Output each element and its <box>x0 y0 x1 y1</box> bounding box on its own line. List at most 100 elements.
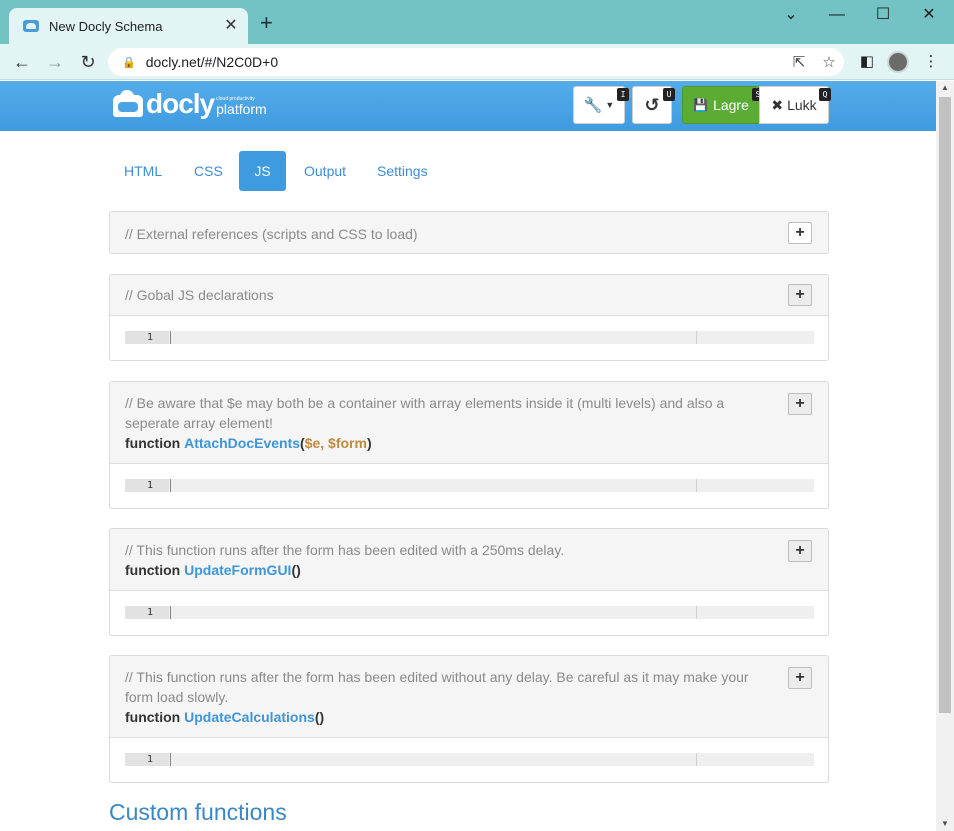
docly-cloud-icon <box>23 20 39 32</box>
function-name: UpdateCalculations <box>184 709 315 725</box>
code-editor[interactable]: 1 <box>110 316 828 360</box>
panel-header: // This function runs after the form has… <box>110 656 828 738</box>
code-editor[interactable]: 1 <box>110 738 828 782</box>
function-keyword: function <box>125 562 181 578</box>
print-margin <box>696 331 697 344</box>
tab-html[interactable]: HTML <box>109 151 177 191</box>
browser-toolbar: ← → ↻ 🔒 docly.net/#/N2C0D+0 ⇱ ☆ ◧ ⋮ <box>0 44 954 80</box>
attach-doc-events-panel: // Be aware that $e may both be a contai… <box>109 381 829 509</box>
custom-functions-heading: Custom functions <box>109 799 287 825</box>
reload-icon[interactable]: ↻ <box>76 50 100 74</box>
panel-header: // This function runs after the form has… <box>110 529 828 591</box>
global-declarations-panel: // Gobal JS declarations + 1 <box>109 274 829 361</box>
close-button[interactable]: ✖ Lukk Q <box>759 86 831 124</box>
shortcut-badge-tools: I <box>617 88 629 101</box>
page-viewport: docly cloud productivity platform 🔧 ▼ I … <box>0 81 936 831</box>
text-cursor <box>170 606 171 619</box>
tab-css[interactable]: CSS <box>179 151 238 191</box>
code-line[interactable]: 1 <box>125 331 814 344</box>
tab-output[interactable]: Output <box>289 151 361 191</box>
text-cursor <box>170 331 171 344</box>
tab-settings[interactable]: Settings <box>362 151 443 191</box>
logo-sub: cloud productivity platform <box>216 96 267 116</box>
panel-comment: // Be aware that $e may both be a contai… <box>125 395 725 431</box>
function-name: UpdateFormGUI <box>184 562 292 578</box>
shortcut-badge-close: Q <box>819 88 831 101</box>
code-editor[interactable]: 1 <box>110 591 828 635</box>
add-button[interactable]: + <box>788 540 812 562</box>
function-keyword: function <box>125 709 181 725</box>
lock-icon: 🔒 <box>122 56 136 69</box>
page-scrollbar[interactable]: ▲ ▼ <box>936 81 954 831</box>
add-button[interactable]: + <box>788 284 812 306</box>
code-editor[interactable]: 1 <box>110 464 828 508</box>
line-number: 1 <box>125 479 169 492</box>
update-calculations-panel: // This function runs after the form has… <box>109 655 829 783</box>
add-reference-button[interactable]: + <box>788 222 812 244</box>
panel-header: // External references (scripts and CSS … <box>110 212 828 253</box>
back-arrow-icon[interactable]: ← <box>10 50 34 74</box>
maximize-button[interactable]: ☐ <box>860 4 906 26</box>
panel-header: // Be aware that $e may both be a contai… <box>110 382 828 464</box>
close-tab-icon[interactable]: ✕ <box>222 17 240 35</box>
function-parens: () <box>314 709 325 725</box>
scroll-thumb[interactable] <box>939 97 951 713</box>
tools-dropdown-button[interactable]: 🔧 ▼ I <box>573 86 629 124</box>
function-keyword: function <box>125 435 181 451</box>
scroll-up-arrow-icon[interactable]: ▲ <box>936 81 954 95</box>
panel-comment: // Gobal JS declarations <box>125 287 274 303</box>
line-number: 1 <box>125 753 169 766</box>
code-line[interactable]: 1 <box>125 753 814 766</box>
undo-icon: ↺ <box>644 94 660 115</box>
function-signature: function AttachDocEvents($e, $form) <box>125 433 780 453</box>
add-button[interactable]: + <box>788 667 812 689</box>
external-references-panel: // External references (scripts and CSS … <box>109 211 829 254</box>
panel-header: // Gobal JS declarations + <box>110 275 828 316</box>
new-tab-button[interactable]: + <box>260 12 273 34</box>
browser-titlebar: New Docly Schema ✕ + ⌄ — ☐ ✕ <box>0 0 954 44</box>
url-text[interactable]: docly.net/#/N2C0D+0 <box>146 54 784 70</box>
function-params: $e, $form <box>304 435 367 451</box>
address-bar[interactable]: 🔒 docly.net/#/N2C0D+0 ⇱ ☆ <box>108 48 844 76</box>
app-header: docly cloud productivity platform 🔧 ▼ I … <box>0 81 936 131</box>
floppy-disk-icon: 💾 <box>693 98 709 112</box>
text-cursor <box>170 753 171 766</box>
shortcut-badge-undo: U <box>663 88 675 101</box>
menu-dots-icon[interactable]: ⋮ <box>920 52 942 72</box>
x-icon: ✖ <box>771 96 784 113</box>
chevron-down-icon[interactable]: ⌄ <box>768 4 814 26</box>
code-line[interactable]: 1 <box>125 479 814 492</box>
panel-comment: // External references (scripts and CSS … <box>125 226 418 242</box>
function-signature: function UpdateCalculations() <box>125 707 780 727</box>
text-cursor <box>170 479 171 492</box>
print-margin <box>696 479 697 492</box>
close-window-button[interactable]: ✕ <box>906 4 952 26</box>
code-line[interactable]: 1 <box>125 606 814 619</box>
update-form-gui-panel: // This function runs after the form has… <box>109 528 829 636</box>
scroll-down-arrow-icon[interactable]: ▼ <box>936 817 954 831</box>
function-parens: () <box>291 562 301 578</box>
caret-down-icon: ▼ <box>605 100 615 110</box>
close-label: Lukk <box>787 97 817 113</box>
save-button[interactable]: 💾 Lagre S <box>682 86 764 124</box>
bookmark-star-icon[interactable]: ☆ <box>814 53 844 71</box>
profile-avatar[interactable] <box>887 51 909 73</box>
panel-comment: // This function runs after the form has… <box>125 542 565 558</box>
panel-comment: // This function runs after the form has… <box>125 669 749 705</box>
undo-button[interactable]: ↺ U <box>632 86 675 124</box>
wrench-icon: 🔧 <box>583 97 603 114</box>
logo-platform: platform <box>216 101 267 117</box>
docly-logo[interactable]: docly cloud productivity platform <box>113 90 267 118</box>
line-number: 1 <box>125 331 169 344</box>
function-signature: function UpdateFormGUI() <box>125 560 780 580</box>
save-label: Lagre <box>713 97 749 113</box>
minimize-button[interactable]: — <box>814 4 860 26</box>
print-margin <box>696 753 697 766</box>
forward-arrow-icon[interactable]: → <box>43 50 67 74</box>
tab-js[interactable]: JS <box>239 151 286 191</box>
side-panel-icon[interactable]: ◧ <box>856 52 878 72</box>
close-paren: ) <box>366 435 372 451</box>
share-icon[interactable]: ⇱ <box>784 53 814 71</box>
add-button[interactable]: + <box>788 393 812 415</box>
browser-tab[interactable]: New Docly Schema ✕ <box>9 8 248 44</box>
